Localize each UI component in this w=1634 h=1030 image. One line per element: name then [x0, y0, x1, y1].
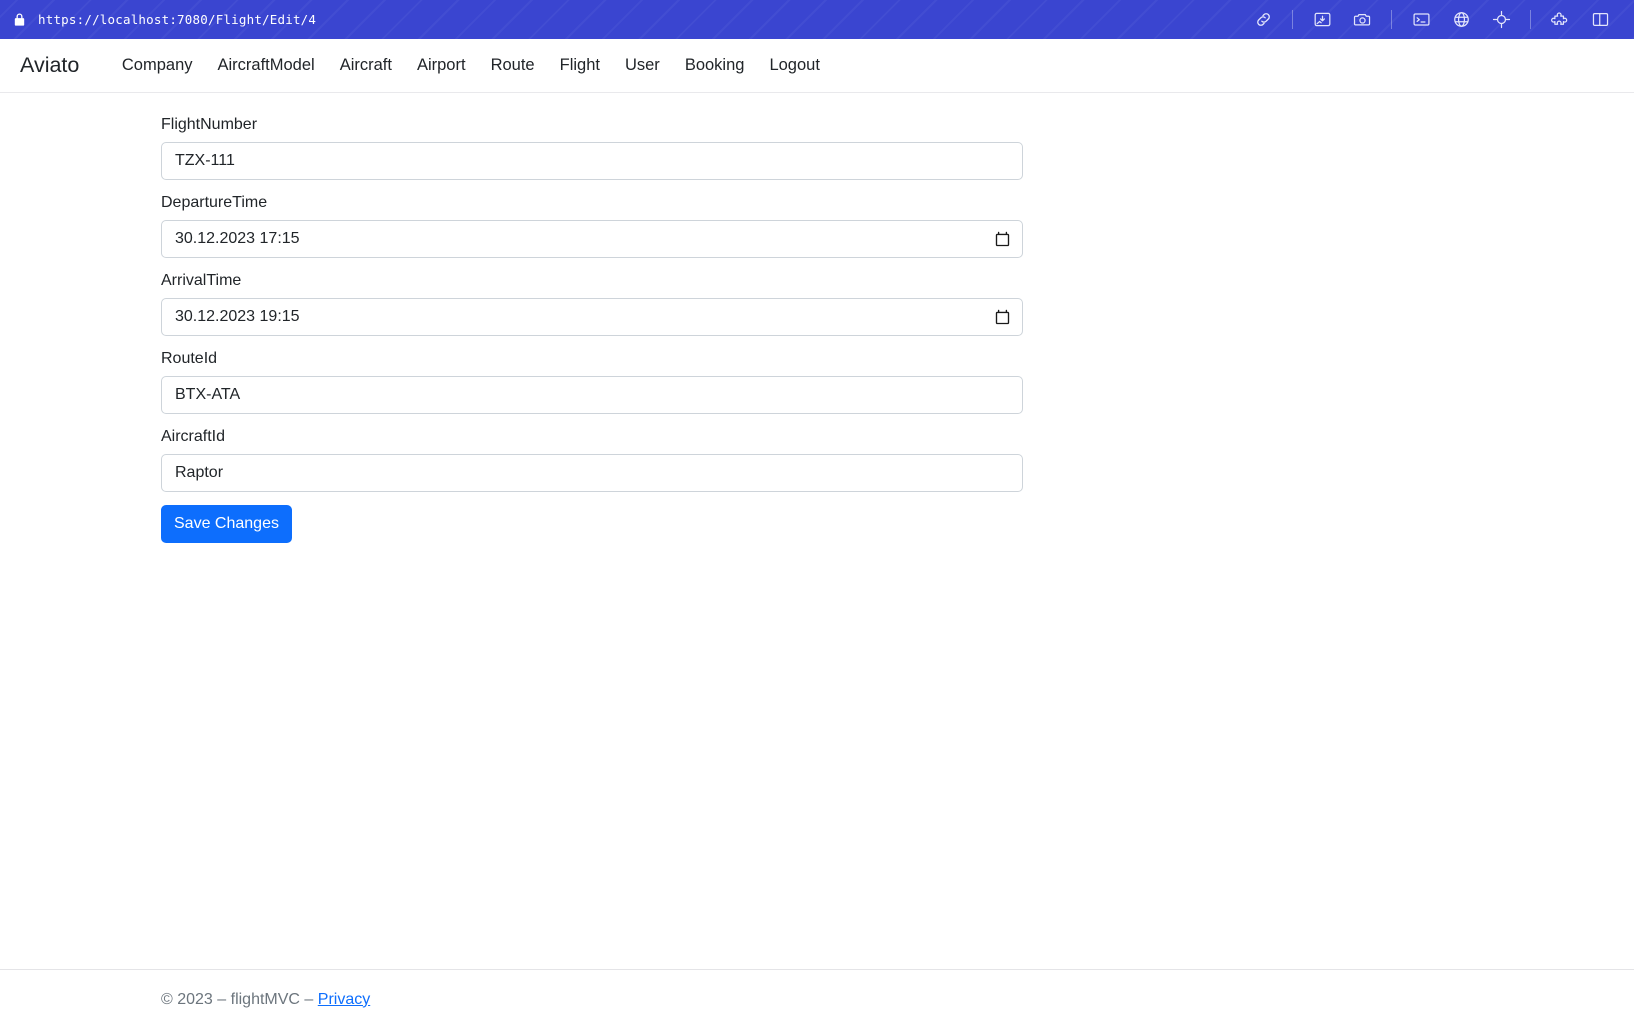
label-aircraftid: AircraftId — [161, 428, 226, 445]
label-arrivaltime: ArrivalTime — [161, 272, 242, 289]
toolbar-divider — [1391, 10, 1392, 29]
lock-icon — [12, 12, 27, 28]
flight-edit-form: FlightNumber DepartureTime ArrivalTime — [161, 113, 1023, 543]
nav-item: Booking — [672, 49, 757, 82]
nav-item: Airport — [404, 49, 478, 82]
label-departuretime: DepartureTime — [161, 194, 268, 211]
input-departuretime[interactable] — [161, 220, 1023, 258]
label-flightnumber: FlightNumber — [161, 116, 258, 133]
privacy-link[interactable]: Privacy — [318, 991, 370, 1008]
browser-toolbar: https://localhost:7080/Flight/Edit/4 — [0, 0, 1634, 39]
label-routeid: RouteId — [161, 350, 218, 367]
site-footer: © 2023 – flightMVC – Privacy — [0, 969, 1634, 1029]
nav-link-airport[interactable]: Airport — [404, 49, 478, 82]
link-icon[interactable] — [1248, 7, 1278, 33]
nav-link-company[interactable]: Company — [109, 49, 205, 82]
nav-link-booking[interactable]: Booking — [672, 49, 757, 82]
split-panel-icon[interactable] — [1585, 7, 1615, 33]
toolbar-divider — [1530, 10, 1531, 29]
url-display: https://localhost:7080/Flight/Edit/4 — [12, 12, 316, 28]
field-group-departuretime: DepartureTime — [161, 191, 1023, 258]
main-content: FlightNumber DepartureTime ArrivalTime — [0, 93, 1634, 969]
browser-toolbar-actions — [1243, 7, 1624, 33]
footer-copyright-text: © 2023 – flightMVC – — [161, 990, 318, 1008]
nav-item: AircraftModel — [205, 49, 327, 82]
nav-link-aircraft[interactable]: Aircraft — [327, 49, 404, 82]
brand-link[interactable]: Aviato — [12, 54, 87, 77]
terminal-icon[interactable] — [1406, 7, 1436, 33]
nav-item: Company — [109, 49, 205, 82]
site-navbar: Aviato Company AircraftModel Aircraft Ai… — [0, 39, 1634, 93]
nav-link-aircraftmodel[interactable]: AircraftModel — [205, 49, 327, 82]
datetime-field-departuretime — [161, 220, 1023, 258]
nav-item: Aircraft — [327, 49, 404, 82]
image-download-icon[interactable] — [1307, 7, 1337, 33]
nav-item: User — [612, 49, 672, 82]
input-routeid[interactable] — [161, 376, 1023, 414]
nav-item: Flight — [547, 49, 612, 82]
nav-link-route[interactable]: Route — [478, 49, 547, 82]
nav-link-user[interactable]: User — [612, 49, 672, 82]
input-flightnumber[interactable] — [161, 142, 1023, 180]
nav-link-logout[interactable]: Logout — [757, 49, 832, 82]
puzzle-piece-icon[interactable] — [1545, 7, 1575, 33]
datetime-field-arrivaltime — [161, 298, 1023, 336]
camera-icon[interactable] — [1347, 7, 1377, 33]
footer-copyright: © 2023 – flightMVC – Privacy — [161, 988, 370, 1012]
input-aircraftid[interactable] — [161, 454, 1023, 492]
nav-item: Logout — [757, 49, 832, 82]
crosshair-icon[interactable] — [1486, 7, 1516, 33]
field-group-arrivaltime: ArrivalTime — [161, 269, 1023, 336]
field-group-aircraftid: AircraftId — [161, 425, 1023, 492]
nav-link-flight[interactable]: Flight — [547, 49, 612, 82]
nav-links: Company AircraftModel Aircraft Airport R… — [109, 49, 832, 82]
field-group-routeid: RouteId — [161, 347, 1023, 414]
field-group-flightnumber: FlightNumber — [161, 113, 1023, 180]
nav-item: Route — [478, 49, 547, 82]
toolbar-divider — [1292, 10, 1293, 29]
save-changes-button[interactable]: Save Changes — [161, 505, 292, 543]
input-arrivaltime[interactable] — [161, 298, 1023, 336]
globe-icon[interactable] — [1446, 7, 1476, 33]
url-text[interactable]: https://localhost:7080/Flight/Edit/4 — [38, 12, 316, 27]
